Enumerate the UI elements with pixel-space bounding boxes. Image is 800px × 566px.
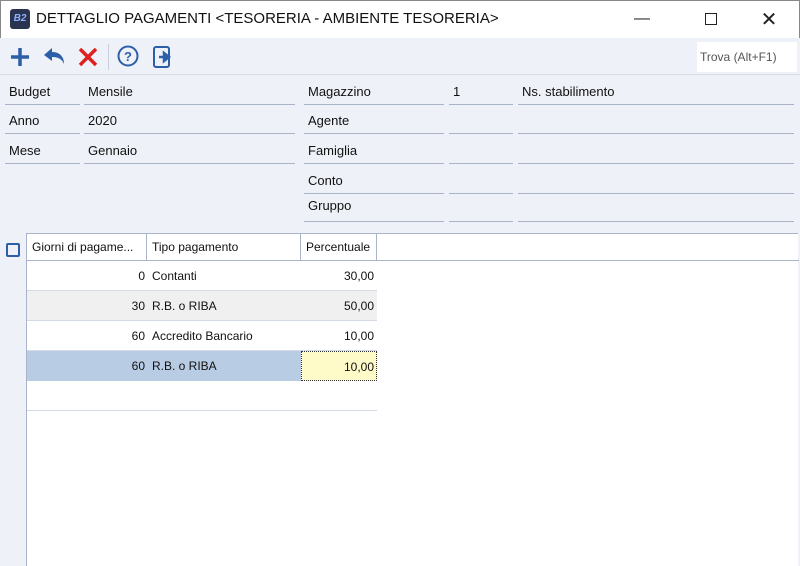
- help-button[interactable]: ?: [115, 44, 141, 70]
- column-header-tipo[interactable]: Tipo pagamento: [147, 234, 301, 261]
- conto-label: Conto: [304, 168, 444, 194]
- agente-desc-field[interactable]: [518, 108, 794, 134]
- cell-percentuale-active[interactable]: 10,00: [301, 351, 377, 381]
- anno-label: Anno: [5, 108, 80, 134]
- cell-giorni: 30: [131, 299, 145, 313]
- new-row[interactable]: [27, 381, 377, 411]
- column-chooser-icon[interactable]: [6, 243, 20, 257]
- column-header-giorni[interactable]: Giorni di pagame...: [27, 234, 147, 261]
- table-row[interactable]: 30 R.B. o RIBA 50,00: [27, 291, 377, 321]
- cell-giorni: 0: [138, 269, 145, 283]
- delete-button[interactable]: [75, 44, 101, 70]
- column-header-percentuale[interactable]: Percentuale: [301, 234, 377, 261]
- maximize-button[interactable]: [688, 0, 734, 38]
- toolbar-divider: [108, 44, 109, 70]
- plus-icon: [11, 48, 29, 66]
- budget-field[interactable]: Mensile: [84, 79, 295, 105]
- header-filler: [377, 234, 799, 261]
- cell-tipo: R.B. o RIBA: [152, 299, 217, 313]
- agente-label: Agente: [304, 108, 444, 134]
- cell-giorni: 60: [131, 329, 145, 343]
- mese-label: Mese: [5, 138, 80, 164]
- find-input[interactable]: Trova (Alt+F1): [697, 42, 797, 72]
- window-title: DETTAGLIO PAGAMENTI <TESORERIA - AMBIENT…: [36, 10, 499, 27]
- help-icon: ?: [117, 45, 139, 67]
- exit-icon: [153, 46, 172, 68]
- cell-tipo: Contanti: [152, 269, 197, 283]
- table-row[interactable]: 60 Accredito Bancario 10,00: [27, 321, 377, 351]
- mese-field[interactable]: Gennaio: [84, 138, 295, 164]
- cell-tipo: R.B. o RIBA: [152, 359, 217, 373]
- gruppo-label: Gruppo: [304, 193, 444, 222]
- gruppo-desc-field[interactable]: [518, 193, 794, 222]
- x-icon: [78, 47, 98, 67]
- famiglia-desc-field[interactable]: [518, 138, 794, 164]
- conto-code-field[interactable]: [449, 168, 513, 194]
- magazzino-desc-field[interactable]: Ns. stabilimento: [518, 79, 794, 105]
- magazzino-label: Magazzino: [304, 79, 444, 105]
- budget-label: Budget: [5, 79, 80, 105]
- exit-button[interactable]: [150, 44, 176, 70]
- cell-tipo: Accredito Bancario: [152, 329, 253, 343]
- cell-giorni: 60: [131, 359, 145, 373]
- app-logo-icon: B2: [10, 9, 30, 29]
- svg-text:?: ?: [124, 49, 132, 64]
- undo-button[interactable]: [41, 44, 67, 70]
- gruppo-code-field[interactable]: [449, 193, 513, 222]
- table-row[interactable]: 0 Contanti 30,00: [27, 261, 377, 291]
- add-button[interactable]: [7, 44, 33, 70]
- famiglia-code-field[interactable]: [449, 138, 513, 164]
- famiglia-label: Famiglia: [304, 138, 444, 164]
- anno-field[interactable]: 2020: [84, 108, 295, 134]
- magazzino-code-field[interactable]: 1: [449, 79, 513, 105]
- agente-code-field[interactable]: [449, 108, 513, 134]
- cell-percentuale: 50,00: [343, 299, 374, 313]
- table-row-selected[interactable]: 60 R.B. o RIBA 10,00: [27, 351, 377, 381]
- conto-desc-field[interactable]: [518, 168, 794, 194]
- payments-grid: Giorni di pagame... Tipo pagamento Perce…: [26, 233, 799, 566]
- close-window-button[interactable]: ✕: [746, 0, 792, 38]
- minimize-button[interactable]: —: [619, 0, 665, 38]
- cell-percentuale: 10,00: [343, 329, 374, 343]
- cell-percentuale: 30,00: [343, 269, 374, 283]
- undo-icon: [44, 48, 64, 64]
